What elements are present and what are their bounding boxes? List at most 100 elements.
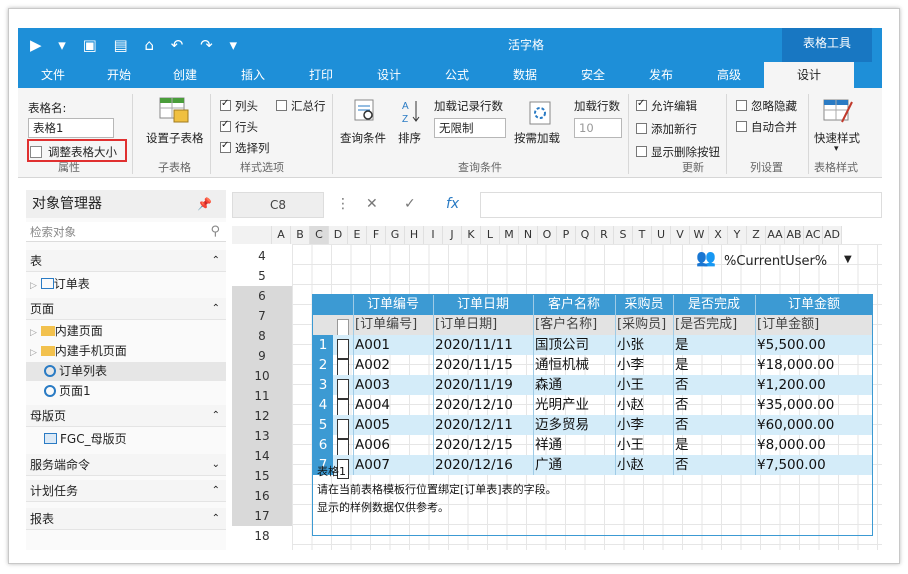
table-cell[interactable]: 广通: [535, 455, 562, 475]
table-cell[interactable]: A006: [355, 435, 390, 455]
total-row-checkbox[interactable]: 汇总行: [276, 98, 326, 114]
column-header[interactable]: J: [443, 226, 462, 244]
auto-merge-checkbox[interactable]: 自动合并: [736, 119, 797, 135]
select-all-corner[interactable]: [232, 226, 272, 244]
column-header[interactable]: X: [709, 226, 728, 244]
row-header[interactable]: 12: [232, 406, 292, 426]
column-header[interactable]: M: [500, 226, 519, 244]
section-schedule[interactable]: 计划任务 ⌃: [26, 480, 226, 502]
table-cell[interactable]: 否: [675, 395, 689, 415]
tab-advanced[interactable]: 高级: [706, 62, 752, 88]
tab-home[interactable]: 开始: [96, 62, 142, 88]
table-cell[interactable]: ¥1,200.00: [757, 375, 826, 395]
section-report[interactable]: 报表 ⌃: [26, 508, 226, 530]
table-cell[interactable]: A002: [355, 355, 390, 375]
on-demand-load-button[interactable]: 按需加载: [514, 130, 560, 146]
table-cell[interactable]: 2020/12/16: [435, 455, 513, 475]
table-cell[interactable]: 是: [675, 435, 689, 455]
table-cell[interactable]: 森通: [535, 375, 562, 395]
column-header[interactable]: D: [329, 226, 348, 244]
table-cell[interactable]: 2020/11/19: [435, 375, 513, 395]
column-header[interactable]: Y: [728, 226, 747, 244]
table-cell[interactable]: 迈多贸易: [535, 415, 589, 435]
row-header[interactable]: 6: [232, 286, 292, 306]
table-cell[interactable]: ¥18,000.00: [757, 355, 834, 375]
cancel-icon[interactable]: ✕: [366, 196, 378, 212]
table-cell[interactable]: A003: [355, 375, 390, 395]
column-header[interactable]: O: [538, 226, 557, 244]
column-header[interactable]: N: [519, 226, 538, 244]
table-cell[interactable]: 2020/12/10: [435, 395, 513, 415]
table-cell[interactable]: 小李: [617, 415, 644, 435]
cell-reference[interactable]: C8: [232, 192, 324, 218]
column-header[interactable]: Z: [747, 226, 766, 244]
table-cell[interactable]: ¥5,500.00: [757, 335, 826, 355]
table-cell[interactable]: ¥7,500.00: [757, 455, 826, 475]
table-cell[interactable]: 国顶公司: [535, 335, 589, 355]
load-rows-input[interactable]: 10: [574, 118, 622, 138]
column-header[interactable]: C: [310, 226, 329, 244]
table-cell[interactable]: 2020/12/15: [435, 435, 513, 455]
row-header[interactable]: 13: [232, 426, 292, 446]
tree-item-builtin-page[interactable]: ▷ 内建页面: [30, 322, 103, 341]
row-header[interactable]: 17: [232, 506, 292, 526]
table-cell[interactable]: 小王: [617, 375, 644, 395]
table-cell[interactable]: ¥60,000.00: [757, 415, 834, 435]
column-header[interactable]: Q: [576, 226, 595, 244]
allow-edit-checkbox[interactable]: 允许编辑: [636, 98, 697, 114]
table-row[interactable]: 3 A003 2020/11/19 森通 小王 否 ¥1,200.00: [313, 375, 872, 399]
column-header[interactable]: F: [367, 226, 386, 244]
function-icon[interactable]: fx: [446, 196, 459, 212]
column-header[interactable]: AA: [766, 226, 785, 244]
table-cell[interactable]: 小王: [617, 435, 644, 455]
formula-input[interactable]: [480, 192, 882, 218]
tab-security[interactable]: 安全: [570, 62, 616, 88]
section-master[interactable]: 母版页 ⌃: [26, 405, 226, 427]
table-cell[interactable]: 否: [675, 455, 689, 475]
tab-table-design[interactable]: 设计: [764, 62, 854, 88]
table-cell[interactable]: ¥8,000.00: [757, 435, 826, 455]
row-header[interactable]: 14: [232, 446, 292, 466]
row-header[interactable]: 9: [232, 346, 292, 366]
table-row[interactable]: 7 A007 2020/12/16 广通 小赵否 ¥7,500.00: [313, 455, 872, 479]
tab-data[interactable]: 数据: [502, 62, 548, 88]
tree-item-master-page[interactable]: FGC_母版页: [44, 430, 127, 449]
table-cell[interactable]: 否: [675, 415, 689, 435]
column-header[interactable]: S: [614, 226, 633, 244]
current-user-widget[interactable]: 👥 %CurrentUser% ▼: [692, 246, 872, 276]
add-new-row-checkbox[interactable]: 添加新行: [636, 121, 697, 137]
column-header[interactable]: U: [652, 226, 671, 244]
sort-button[interactable]: 排序: [398, 130, 421, 146]
column-header[interactable]: L: [481, 226, 500, 244]
search-input[interactable]: 检索对象 ⚲: [26, 222, 226, 242]
table-cell[interactable]: 2020/11/15: [435, 355, 513, 375]
chevron-down-icon[interactable]: ▾: [834, 144, 839, 154]
column-header[interactable]: H: [405, 226, 424, 244]
spreadsheet[interactable]: A B C D E F G H I J K L M N O P Q R S T U V W X Y Z AA AB AC AD 45678…: [232, 226, 882, 550]
table-control[interactable]: 订单编号 订单日期 客户名称 采购员 是否完成 订单金额 [订单编号] [订单日期] [客户名…: [312, 294, 873, 536]
column-header[interactable]: V: [671, 226, 690, 244]
table-cell[interactable]: A007: [355, 455, 390, 475]
table-cell[interactable]: 小赵: [617, 395, 644, 415]
tab-publish[interactable]: 发布: [638, 62, 684, 88]
table-cell[interactable]: ¥35,000.00: [757, 395, 834, 415]
table-cell[interactable]: 是: [675, 355, 689, 375]
pin-icon[interactable]: 📌: [197, 190, 212, 218]
column-header[interactable]: AB: [785, 226, 804, 244]
column-header[interactable]: T: [633, 226, 652, 244]
column-header[interactable]: R: [595, 226, 614, 244]
tree-item-builtin-mobile-page[interactable]: ▷ 内建手机页面: [30, 342, 127, 361]
row-header[interactable]: 11: [232, 386, 292, 406]
table-row[interactable]: 2 A002 2020/11/15 通恒机械 小李 是 ¥18,000.00: [313, 355, 872, 379]
column-header[interactable]: I: [424, 226, 443, 244]
table-cell[interactable]: 小赵: [617, 455, 644, 475]
column-header[interactable]: AC: [804, 226, 823, 244]
column-header[interactable]: G: [386, 226, 405, 244]
column-header[interactable]: E: [348, 226, 367, 244]
table-cell[interactable]: 通恒机械: [535, 355, 589, 375]
column-header[interactable]: A: [272, 226, 291, 244]
show-delete-button-checkbox[interactable]: 显示删除按钮: [636, 144, 720, 160]
row-header[interactable]: 4: [232, 246, 292, 266]
tab-print[interactable]: 打印: [298, 62, 344, 88]
tab-design[interactable]: 设计: [366, 62, 412, 88]
